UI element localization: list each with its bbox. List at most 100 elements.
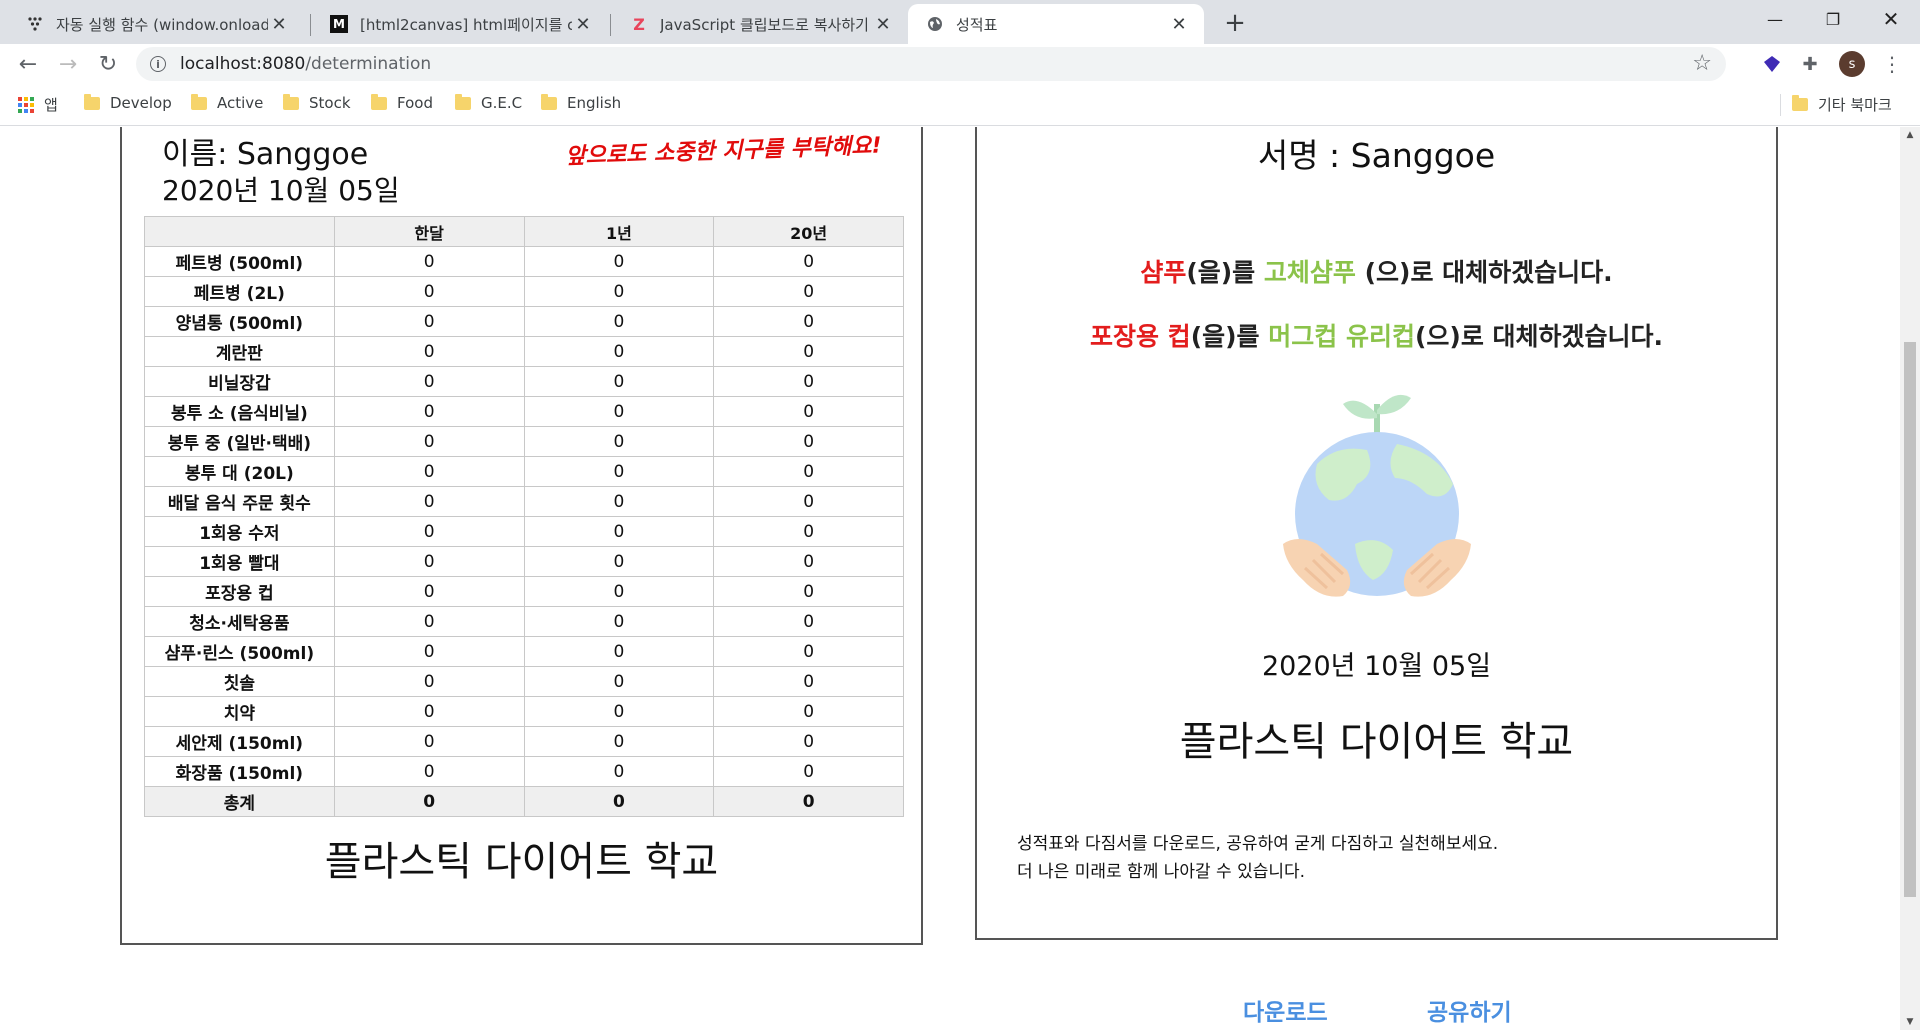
- value-cell: 0: [523, 726, 715, 757]
- pledge-line-2: 포장용 컵(을)를 머그컵 유리컵(으)로 대체하겠습니다.: [977, 317, 1776, 353]
- value-cell: 0: [523, 246, 715, 277]
- pledge-text: (을)를: [1190, 322, 1269, 351]
- bookmarks-divider: [1780, 94, 1781, 116]
- bookmark-folder-active[interactable]: Active: [191, 93, 264, 112]
- download-button[interactable]: 다운로드: [1243, 993, 1328, 1027]
- close-tab-icon[interactable]: ✕: [1168, 13, 1190, 35]
- folder-icon: [371, 93, 387, 110]
- bookmark-folder-stock[interactable]: Stock: [283, 93, 351, 112]
- bookmark-folder-gec[interactable]: G.E.C: [455, 93, 523, 112]
- value-cell: 0: [713, 246, 904, 277]
- column-header: 1년: [523, 216, 715, 247]
- value-cell: 0: [713, 486, 904, 517]
- slogan-line-2: 앞으로도 소중한 지구를 부탁해요!: [564, 133, 883, 170]
- restore-button[interactable]: ❐: [1804, 0, 1862, 38]
- table-row: 1회용 수저 0 0 0: [144, 516, 904, 547]
- value-cell: 0: [333, 606, 525, 637]
- item-cell: 양념통 (500ml): [144, 306, 335, 337]
- scroll-down-icon[interactable]: ▼: [1900, 1014, 1920, 1030]
- tab-clipboard[interactable]: Z JavaScript 클립보드로 복사하기 ✕: [612, 4, 908, 44]
- value-cell: 0: [713, 306, 904, 337]
- pledge-line-1: 샴푸(을)를 고체샴푸 (으)로 대체하겠습니다.: [977, 253, 1776, 289]
- bookmark-folder-english[interactable]: English: [541, 93, 621, 112]
- signature-line: 서명 : Sanggoe: [1257, 136, 1496, 175]
- pledge-from-item: 샴푸: [1140, 258, 1187, 287]
- bookmark-label: Active: [217, 94, 264, 112]
- back-icon[interactable]: ←: [12, 48, 44, 80]
- item-cell: 화장품 (150ml): [144, 756, 335, 787]
- earth-in-hands-icon: [1283, 394, 1471, 597]
- scroll-up-icon[interactable]: ▲: [1900, 127, 1920, 143]
- bookmark-folder-other[interactable]: 기타 북마크: [1792, 94, 1892, 115]
- value-cell: 0: [333, 546, 525, 577]
- table-row: 세안제 (150ml) 0 0 0: [144, 726, 904, 757]
- item-cell: 포장용 컵: [144, 576, 335, 607]
- menu-icon[interactable]: ⋮: [1878, 50, 1906, 78]
- value-cell: 0: [713, 336, 904, 367]
- item-cell: 배달 음식 주문 횟수: [144, 486, 335, 517]
- page-scrollbar[interactable]: ▲ ▼: [1900, 127, 1920, 1030]
- item-cell: 총계: [144, 786, 335, 817]
- scroll-thumb[interactable]: [1904, 342, 1916, 897]
- item-cell: 계란판: [144, 336, 335, 367]
- value-cell: 0: [713, 606, 904, 637]
- table-row: 양념통 (500ml) 0 0 0: [144, 306, 904, 337]
- url-path: /determination: [305, 54, 432, 74]
- folder-icon: [283, 93, 299, 110]
- puzzle-icon[interactable]: ✚: [1796, 50, 1824, 78]
- page-viewport: 이름: Sanggoe 2020년 10월 05일 당신은 지구의 작은 수호천…: [0, 127, 1900, 1030]
- close-window-button[interactable]: ✕: [1862, 0, 1920, 38]
- bookmark-apps[interactable]: 앱: [18, 94, 58, 115]
- address-bar[interactable]: i localhost:8080/determination ☆: [136, 47, 1726, 81]
- report-card: 이름: Sanggoe 2020년 10월 05일 당신은 지구의 작은 수호천…: [120, 127, 923, 945]
- table-row: 포장용 컵000: [144, 576, 904, 607]
- value-cell: 0: [523, 456, 715, 487]
- pledge-date: 2020년 10월 05일: [1261, 651, 1492, 682]
- minimize-button[interactable]: —: [1746, 0, 1804, 38]
- value-cell: 0: [333, 756, 525, 787]
- value-cell: 0: [333, 486, 525, 517]
- table-row: 계란판 0 0 0: [144, 336, 904, 367]
- folder-icon: [84, 93, 100, 110]
- extension-icon[interactable]: [1758, 50, 1786, 78]
- value-cell: 0: [713, 576, 904, 607]
- info-icon[interactable]: i: [150, 56, 166, 72]
- value-cell: 0: [333, 276, 525, 307]
- bookmark-star-icon[interactable]: ☆: [1692, 51, 1712, 76]
- close-tab-icon[interactable]: ✕: [572, 13, 594, 35]
- tab-autorun[interactable]: 자동 실행 함수 (window.onload ✕: [8, 4, 304, 44]
- profile-button[interactable]: s: [1838, 50, 1866, 78]
- value-cell: 0: [333, 366, 525, 397]
- bookmark-folder-develop[interactable]: Develop: [84, 93, 172, 112]
- folder-icon: [191, 93, 207, 110]
- value-cell: 0: [523, 786, 715, 817]
- bookmark-folder-food[interactable]: Food: [371, 93, 433, 112]
- bookmark-label: G.E.C: [481, 94, 523, 112]
- folder-icon: [541, 93, 557, 110]
- item-cell: 봉투 대 (20L): [144, 456, 335, 487]
- value-cell: 0: [713, 756, 904, 787]
- tab-report-card[interactable]: 성적표 ✕: [908, 4, 1204, 44]
- value-cell: 0: [333, 246, 525, 277]
- value-cell: 0: [523, 276, 715, 307]
- table-row: 칫솔 0 0 0: [144, 666, 904, 697]
- reload-icon[interactable]: ↻: [92, 48, 124, 80]
- value-cell: 0: [713, 366, 904, 397]
- close-tab-icon[interactable]: ✕: [872, 13, 894, 35]
- value-cell: 0: [523, 336, 715, 367]
- bookmark-label: 앱: [44, 96, 58, 114]
- share-button[interactable]: 공유하기: [1427, 993, 1512, 1027]
- medium-icon: M: [330, 15, 348, 33]
- value-cell: 0: [333, 696, 525, 727]
- column-header: [144, 216, 335, 247]
- bookmark-label: 기타 북마크: [1818, 96, 1892, 114]
- new-tab-button[interactable]: +: [1220, 8, 1250, 38]
- pledge-text: (으)로 대체하겠습니다.: [1414, 322, 1664, 351]
- value-cell: 0: [523, 396, 715, 427]
- forward-icon[interactable]: →: [52, 48, 84, 80]
- browser-toolbar: ← → ↻ i localhost:8080/determination ☆ ✚…: [0, 44, 1920, 84]
- tab-html2canvas[interactable]: M [html2canvas] html페이지를 can ✕: [312, 4, 608, 44]
- close-tab-icon[interactable]: ✕: [268, 13, 290, 35]
- value-cell: 0: [523, 606, 715, 637]
- item-cell: 세안제 (150ml): [144, 726, 335, 757]
